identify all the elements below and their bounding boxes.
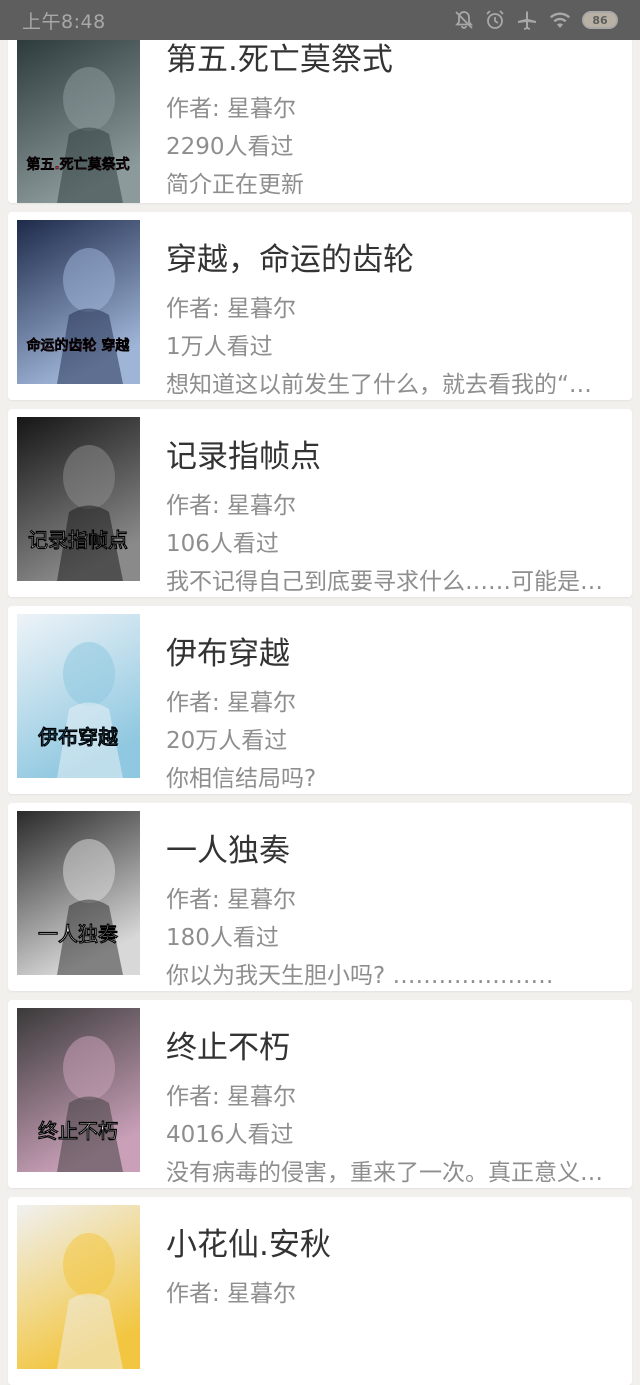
book-card[interactable]: 一人独奏 一人独奏 作者: 星暮尔 180人看过 你以为我天生胆小吗? ………………… bbox=[8, 803, 632, 991]
book-cover-image[interactable] bbox=[17, 1205, 140, 1369]
cover-title-text: 一人独奏 bbox=[38, 922, 119, 946]
book-title: 记录指帧点 bbox=[166, 439, 321, 475]
book-view-count: 20万人看过 bbox=[166, 728, 288, 754]
book-cover-image[interactable]: 记录指帧点 bbox=[17, 417, 140, 581]
cover-title-text: 记录指帧点 bbox=[28, 528, 128, 552]
status-time: 上午8:48 bbox=[22, 10, 106, 33]
book-view-count: 106人看过 bbox=[166, 531, 279, 557]
alarm-icon bbox=[484, 9, 506, 31]
book-title: 一人独奏 bbox=[166, 833, 290, 869]
book-author: 作者: 星暮尔 bbox=[166, 1084, 297, 1110]
book-card[interactable]: 伊布穿越 伊布穿越 作者: 星暮尔 20万人看过 你相信结局吗? bbox=[8, 606, 632, 794]
book-card[interactable]: 命运的齿轮 穿越 穿越，命运的齿轮作者: 星暮尔 1万人看过想知道这以前发生了什么，… bbox=[8, 212, 632, 400]
book-cover-image[interactable]: 伊布穿越 bbox=[17, 614, 140, 778]
cover-title-text: 伊布穿越 bbox=[37, 725, 119, 749]
status-icons: 86 bbox=[454, 9, 618, 31]
book-card[interactable]: 终止不朽 终止不朽 作者: 星暮尔 4016人看过 没有病毒的侵害，重来了一次。真正意义… bbox=[8, 1000, 632, 1188]
book-card[interactable]: 小花仙.安秋作者: 星暮尔 bbox=[8, 1197, 632, 1385]
book-cover-image[interactable]: 一人独奏 bbox=[17, 811, 140, 975]
book-cover-image[interactable]: 命运的齿轮 穿越 bbox=[17, 220, 140, 384]
book-author: 作者: 星暮尔 bbox=[166, 493, 297, 519]
book-cover-image[interactable]: 第五.死亡莫祭式 bbox=[17, 39, 140, 203]
book-author: 作者: 星暮尔 bbox=[166, 96, 297, 122]
book-card[interactable]: 记录指帧点 记录指帧点 作者: 星暮尔 106人看过 我不记得自己到底要寻求什么……可能… bbox=[8, 409, 632, 597]
bell-off-icon bbox=[454, 10, 474, 30]
book-author: 作者: 星暮尔 bbox=[166, 690, 297, 716]
book-description: 简介正在更新 bbox=[166, 172, 304, 198]
airplane-icon bbox=[516, 9, 538, 31]
book-description: 没有病毒的侵害，重来了一次。真正意义上的重来 bbox=[166, 1160, 614, 1186]
cover-title-text: 终止不朽 bbox=[38, 1119, 118, 1143]
book-view-count: 2290人看过 bbox=[166, 134, 294, 160]
book-title: 伊布穿越 bbox=[166, 636, 290, 672]
cover-title-text: 第五.死亡莫祭式 bbox=[26, 156, 129, 173]
book-view-count: 1万人看过 bbox=[166, 334, 273, 360]
book-title: 小花仙.安秋 bbox=[166, 1227, 331, 1263]
cover-title-text: 命运的齿轮 穿越 bbox=[26, 337, 131, 354]
wifi-icon bbox=[548, 10, 572, 30]
status-bar: 上午8:48 86 bbox=[0, 0, 640, 40]
book-title: 第五.死亡莫祭式 bbox=[166, 42, 393, 78]
book-description: 你以为我天生胆小吗? ………………… bbox=[166, 963, 554, 989]
book-view-count: 4016人看过 bbox=[166, 1122, 294, 1148]
book-cover-image[interactable]: 终止不朽 bbox=[17, 1008, 140, 1172]
battery-indicator: 86 bbox=[582, 11, 618, 29]
book-description: 想知道这以前发生了什么，就去看我的“第五.死亡莫祭式” bbox=[166, 372, 614, 398]
book-author: 作者: 星暮尔 bbox=[166, 296, 297, 322]
book-author: 作者: 星暮尔 bbox=[166, 887, 297, 913]
book-title: 穿越，命运的齿轮 bbox=[166, 242, 414, 278]
book-author: 作者: 星暮尔 bbox=[166, 1281, 297, 1307]
book-title: 终止不朽 bbox=[166, 1030, 290, 1066]
book-description: 你相信结局吗? bbox=[166, 766, 317, 792]
book-description: 我不记得自己到底要寻求什么……可能是答案吧 bbox=[166, 569, 614, 595]
book-view-count: 180人看过 bbox=[166, 925, 279, 951]
